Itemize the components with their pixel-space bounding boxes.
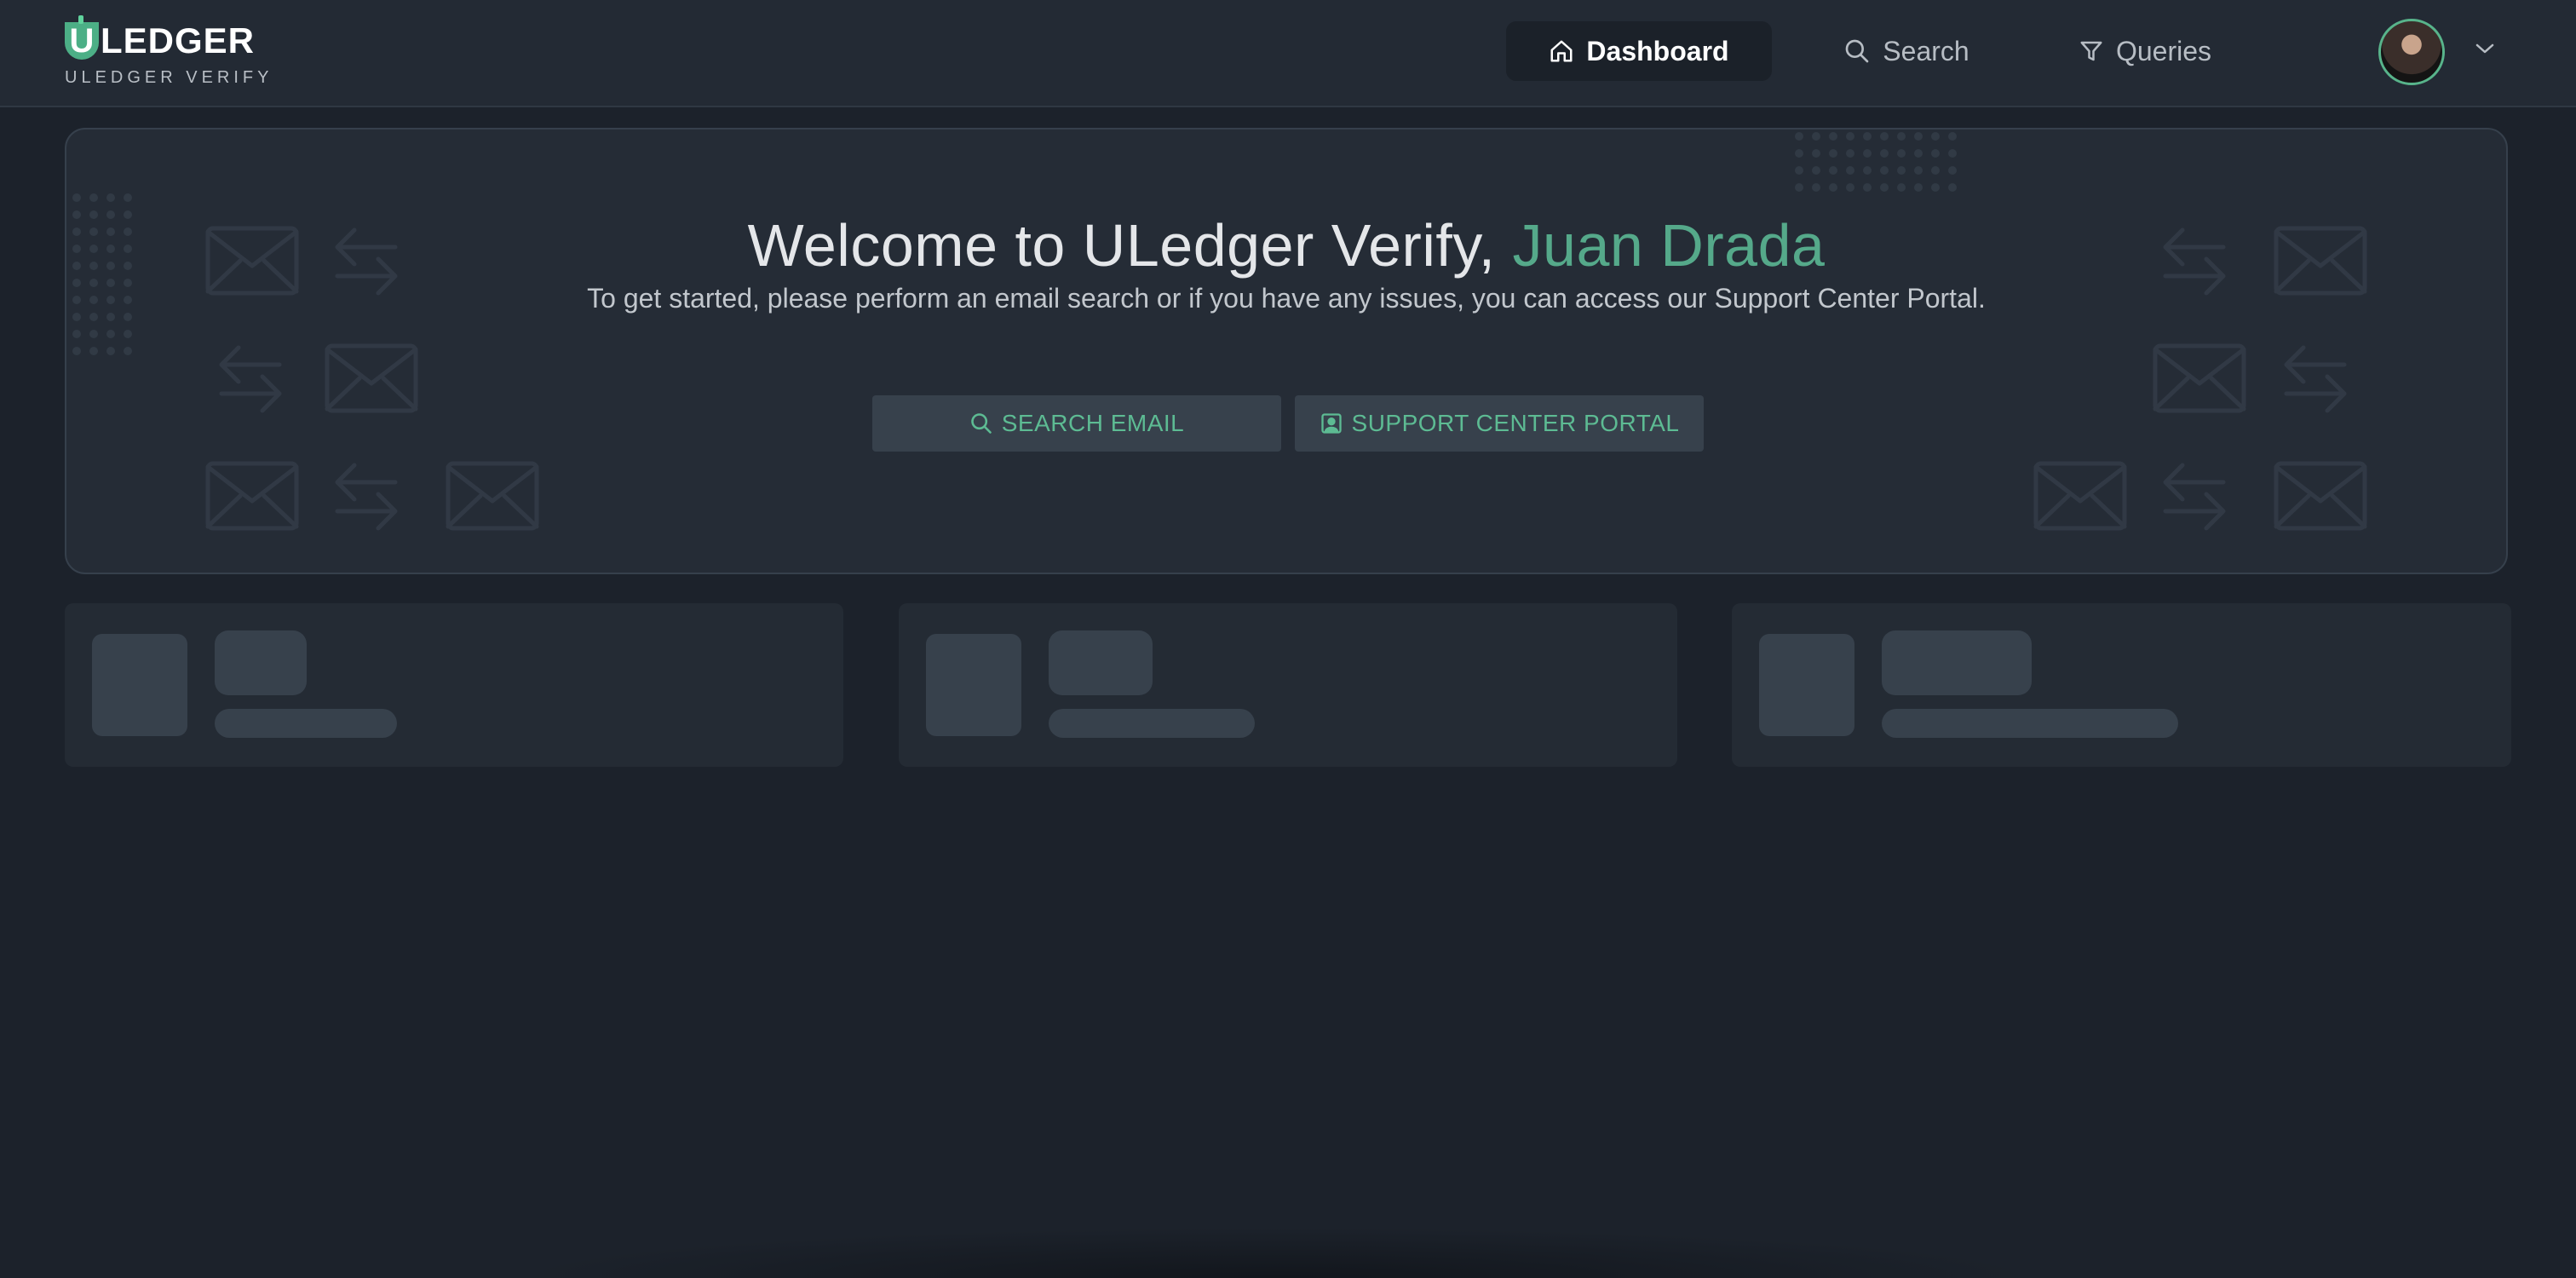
nav-search[interactable]: Search xyxy=(1813,21,2000,81)
support-icon xyxy=(1320,413,1342,434)
search-email-button[interactable]: SEARCH EMAIL xyxy=(872,395,1281,452)
home-icon xyxy=(1550,40,1573,62)
skeleton-icon xyxy=(926,634,1021,736)
skeleton-value xyxy=(215,630,307,695)
nav-dashboard-label: Dashboard xyxy=(1586,35,1729,66)
filter-icon xyxy=(2080,41,2102,61)
welcome-title-prefix: Welcome to ULedger Verify, xyxy=(747,212,1513,279)
skeleton-label xyxy=(215,709,397,738)
skeleton-label xyxy=(1049,709,1255,738)
skeleton-label xyxy=(1882,709,2178,738)
logo-text: LEDGER xyxy=(101,20,256,60)
welcome-banner: Welcome to ULedger Verify, Juan Drada To… xyxy=(65,128,2508,574)
logo-letter: U xyxy=(65,15,99,60)
arrows-exchange-icon xyxy=(219,345,282,413)
envelope-icon xyxy=(2274,461,2367,531)
search-icon xyxy=(970,413,992,434)
stat-card-loading xyxy=(1732,603,2511,767)
skeleton-value xyxy=(1049,630,1153,695)
support-center-button[interactable]: SUPPORT CENTER PORTAL xyxy=(1295,395,1704,452)
support-center-label: SUPPORT CENTER PORTAL xyxy=(1351,410,1680,436)
stat-card-loading xyxy=(65,603,843,767)
nav-queries-label: Queries xyxy=(2115,35,2212,66)
stat-card-loading xyxy=(899,603,1677,767)
bottom-shadow xyxy=(511,1227,2044,1278)
nav-dashboard[interactable]: Dashboard xyxy=(1506,21,1772,81)
welcome-title: Welcome to ULedger Verify, Juan Drada xyxy=(66,211,2506,279)
envelope-icon xyxy=(2033,461,2127,531)
envelope-icon xyxy=(325,343,418,413)
logo-subtitle: ULEDGER VERIFY xyxy=(65,68,273,87)
logo-mark: U LEDGER xyxy=(65,15,273,63)
top-bar: U LEDGER ULEDGER VERIFY Dashboard Search… xyxy=(0,0,2576,107)
nav-search-label: Search xyxy=(1883,35,1969,66)
envelope-icon xyxy=(446,461,539,531)
arrows-exchange-icon xyxy=(335,463,398,531)
arrows-exchange-icon xyxy=(2284,345,2347,413)
welcome-subtitle: To get started, please perform an email … xyxy=(587,283,1986,314)
arrows-exchange-icon xyxy=(2163,463,2226,531)
user-name: Juan Drada xyxy=(1512,212,1826,279)
skeleton-icon xyxy=(92,634,187,736)
envelope-icon xyxy=(205,461,299,531)
user-avatar[interactable] xyxy=(2378,19,2445,85)
brand-logo[interactable]: U LEDGER ULEDGER VERIFY xyxy=(65,15,273,88)
nav-queries[interactable]: Queries xyxy=(2043,21,2247,81)
search-icon xyxy=(1845,39,1869,63)
search-email-label: SEARCH EMAIL xyxy=(1001,410,1185,436)
skeleton-value xyxy=(1882,630,2032,695)
chevron-down-icon[interactable] xyxy=(2474,41,2496,56)
skeleton-icon xyxy=(1759,634,1854,736)
envelope-icon xyxy=(2153,343,2246,413)
dot-grid-decoration xyxy=(1795,132,1957,192)
